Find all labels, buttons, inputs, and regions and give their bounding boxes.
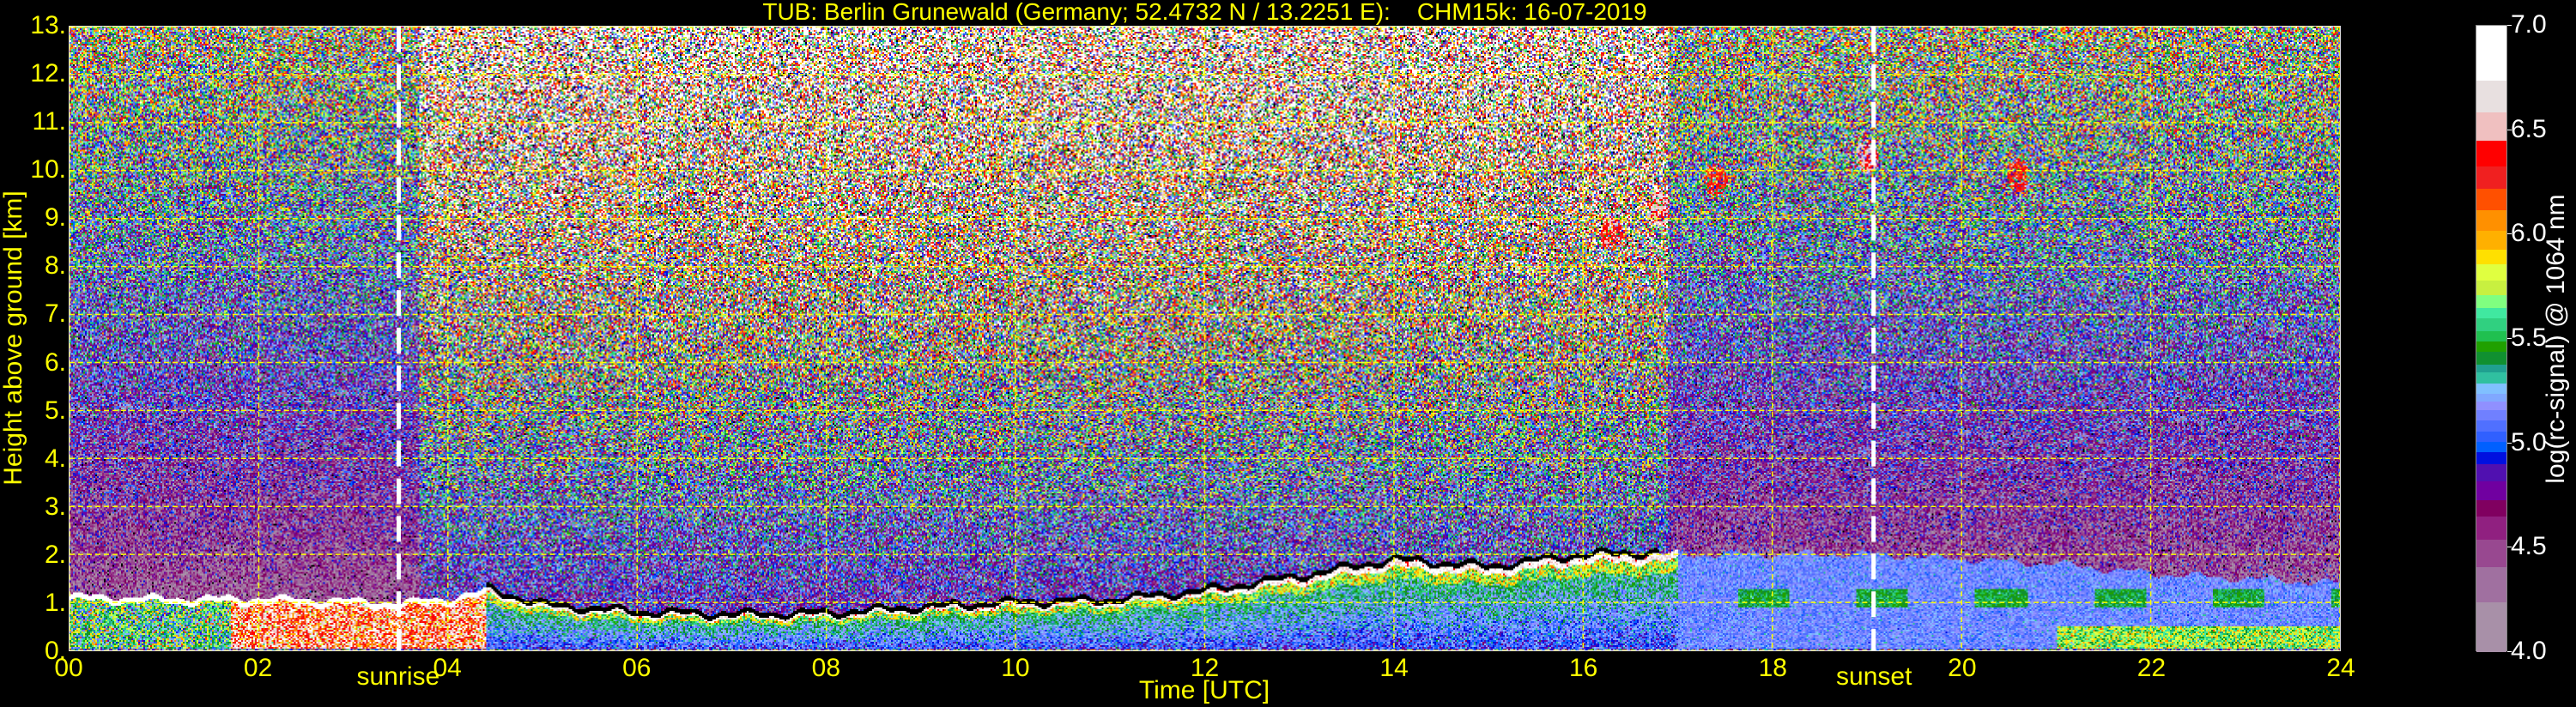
sunset-label: sunset — [1836, 662, 1912, 691]
colorbar-segment — [2476, 188, 2506, 210]
colorbar-segment — [2476, 364, 2506, 373]
colorbar-segment — [2476, 294, 2506, 308]
colorbar-segment — [2476, 112, 2506, 142]
colorbar-segment — [2476, 263, 2506, 281]
colorbar-segment — [2476, 539, 2506, 567]
colorbar-segment — [2476, 393, 2506, 402]
colorbar-segment — [2476, 441, 2506, 452]
y-tick-label: 3. — [44, 492, 66, 521]
colorbar-tick-label: 4.0 — [2511, 637, 2547, 665]
colorbar-segment — [2476, 209, 2506, 231]
y-tick-label: 2. — [44, 540, 66, 569]
colorbar-segment — [2476, 249, 2506, 264]
y-tick-label: 4. — [44, 444, 66, 473]
x-tick-label: 20 — [1948, 654, 1977, 682]
y-tick-label: 13. — [30, 11, 66, 39]
y-tick-label: 1. — [44, 588, 66, 617]
colorbar — [2476, 25, 2507, 653]
x-tick-label: 10 — [1001, 654, 1030, 682]
colorbar-segment — [2476, 351, 2506, 365]
x-tick-label: 22 — [2137, 654, 2167, 682]
x-tick-label: 06 — [622, 654, 652, 682]
colorbar-segment — [2476, 516, 2506, 541]
x-tick-label: 08 — [811, 654, 841, 682]
grid-and-markers — [70, 27, 2340, 650]
y-tick-label: 6. — [44, 347, 66, 377]
chart-title: TUB: Berlin Grunewald (Germany; 52.4732 … — [762, 0, 1647, 25]
y-tick-label: 5. — [44, 396, 66, 425]
colorbar-segment — [2476, 330, 2506, 341]
x-tick-label: 14 — [1379, 654, 1409, 682]
y-tick-label: 12. — [30, 59, 66, 88]
colorbar-segment — [2476, 230, 2506, 250]
colorbar-segment — [2476, 431, 2506, 442]
colorbar-segment — [2476, 140, 2506, 166]
colorbar-tick-label: 7.0 — [2511, 10, 2547, 39]
colorbar-segment — [2476, 601, 2506, 653]
sunrise-label: sunrise — [356, 662, 440, 691]
y-tick-label: 10. — [30, 155, 66, 184]
plot-area — [69, 26, 2341, 651]
x-tick-label: 02 — [243, 654, 273, 682]
colorbar-segment — [2476, 26, 2506, 81]
colorbar-segment — [2476, 420, 2506, 432]
colorbar-segment — [2476, 402, 2506, 411]
x-tick-label: 16 — [1568, 654, 1598, 682]
colorbar-segment — [2476, 341, 2506, 353]
colorbar-segment — [2476, 280, 2506, 296]
colorbar-segment — [2476, 317, 2506, 331]
y-tick-label: 9. — [44, 203, 66, 233]
x-tick-label: 24 — [2326, 654, 2355, 682]
y-axis-label: Height above ground [km] — [0, 190, 27, 486]
colorbar-segment — [2476, 307, 2506, 319]
colorbar-segment — [2476, 566, 2506, 603]
x-tick-label: 18 — [1758, 654, 1787, 682]
y-tick-label: 8. — [44, 251, 66, 281]
colorbar-segment — [2476, 372, 2506, 384]
y-tick-label: 11. — [32, 107, 66, 136]
colorbar-tick-label: 6.5 — [2511, 114, 2547, 143]
colorbar-segment — [2476, 499, 2506, 517]
colorbar-segment — [2476, 480, 2506, 500]
y-tick-label: 0. — [44, 637, 66, 665]
colorbar-label: log(rc-signal) @ 1064 nm — [2542, 194, 2570, 484]
colorbar-segment — [2476, 383, 2506, 394]
colorbar-segment — [2476, 409, 2506, 421]
colorbar-segment — [2476, 451, 2506, 465]
x-axis-label: Time [UTC] — [1138, 676, 1270, 704]
colorbar-segment — [2476, 464, 2506, 481]
colorbar-segment — [2476, 166, 2506, 190]
colorbar-segment — [2476, 80, 2506, 113]
colorbar-tick-label: 4.5 — [2511, 532, 2547, 561]
y-tick-label: 7. — [44, 299, 66, 329]
